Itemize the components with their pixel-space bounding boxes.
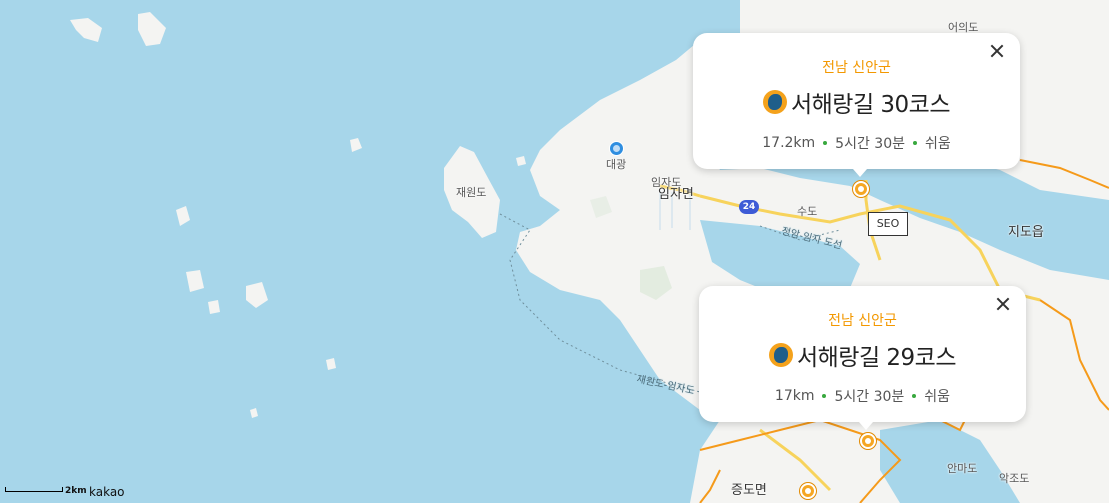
label-daegwang: 대광 bbox=[606, 158, 627, 171]
popup-tail bbox=[859, 422, 873, 430]
label-jaewondo: 재원도 bbox=[456, 186, 487, 199]
scale-line bbox=[5, 487, 63, 492]
label-imjamyeon: 임자면 bbox=[658, 187, 694, 202]
popup-difficulty: 쉬움 bbox=[924, 136, 951, 152]
separator-dot-icon bbox=[912, 394, 917, 398]
label-akjodo: 악조도 bbox=[999, 472, 1030, 485]
seo-marker[interactable]: SEO bbox=[868, 212, 908, 236]
trail-logo-icon bbox=[768, 343, 793, 367]
beach-icon[interactable] bbox=[609, 141, 624, 156]
popup-distance: 17.2km bbox=[762, 135, 816, 151]
popup-meta: 17km 5시간 30분 쉬움 bbox=[699, 386, 1026, 406]
trail-logo-icon bbox=[762, 90, 787, 114]
close-icon[interactable] bbox=[994, 295, 1012, 313]
popup-title-row[interactable]: 서해랑길 29코스 bbox=[699, 338, 1026, 372]
separator-dot-icon bbox=[822, 394, 827, 398]
label-anmado: 안마도 bbox=[947, 462, 978, 475]
popup-region: 전남 신안군 bbox=[822, 60, 891, 76]
label-jidoeup: 지도읍 bbox=[1008, 225, 1044, 240]
popup-time: 5시간 30분 bbox=[834, 389, 905, 405]
road-24-badge: 24 bbox=[739, 200, 759, 214]
course-30-popup[interactable]: 전남 신안군 서해랑길 30코스 17.2km 5시간 30분 쉬움 bbox=[693, 33, 1020, 177]
popup-time: 5시간 30분 bbox=[835, 136, 905, 152]
course-pin-icon[interactable] bbox=[800, 483, 816, 499]
popup-difficulty: 쉬움 bbox=[924, 389, 951, 405]
scale-text: 2km bbox=[65, 486, 87, 496]
map-canvas[interactable]: 어의도 재원도 대광 임자도 임자면 24 수도 정암-임자 도선 재원도-임자… bbox=[0, 0, 1109, 503]
popup-title[interactable]: 서해랑길 29코스 bbox=[797, 338, 957, 372]
popup-tail bbox=[853, 169, 867, 177]
popup-distance: 17km bbox=[774, 388, 815, 404]
close-icon[interactable] bbox=[988, 42, 1006, 60]
course-29-pin-icon[interactable] bbox=[860, 433, 876, 449]
popup-region: 전남 신안군 bbox=[828, 313, 897, 329]
course-29-popup[interactable]: 전남 신안군 서해랑길 29코스 17km 5시간 30분 쉬움 bbox=[699, 286, 1026, 430]
label-jeungdomyeon: 증도면 bbox=[731, 483, 767, 498]
popup-meta: 17.2km 5시간 30분 쉬움 bbox=[693, 133, 1020, 153]
separator-dot-icon bbox=[823, 141, 828, 145]
label-sudo: 수도 bbox=[797, 205, 818, 218]
course-30-pin-icon[interactable] bbox=[853, 181, 869, 197]
popup-title[interactable]: 서해랑길 30코스 bbox=[791, 85, 951, 119]
popup-title-row[interactable]: 서해랑길 30코스 bbox=[693, 85, 1020, 119]
separator-dot-icon bbox=[912, 141, 917, 145]
kakao-logo[interactable]: kakao bbox=[89, 485, 125, 499]
